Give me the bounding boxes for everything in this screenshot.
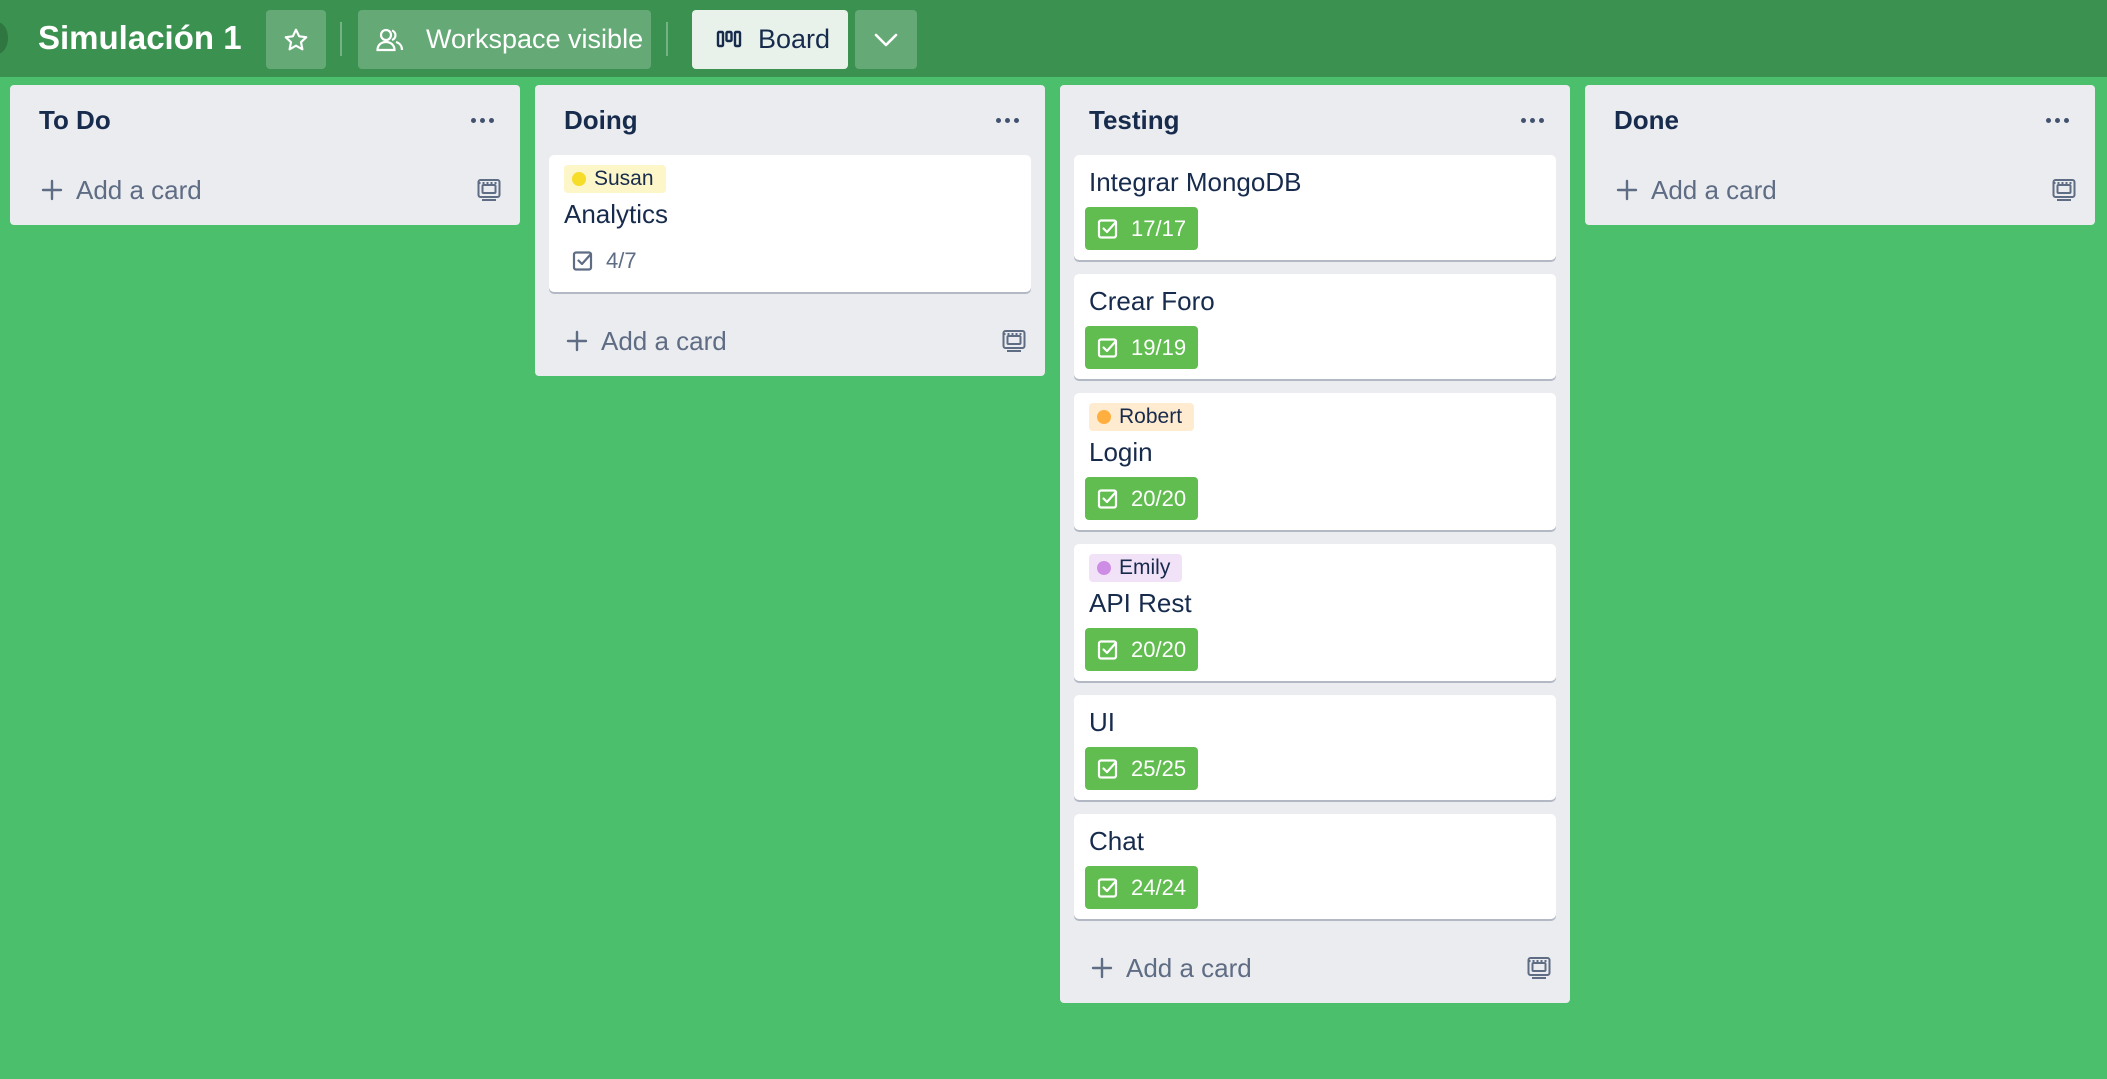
plus-icon bbox=[566, 330, 588, 352]
checklist-count: 19/19 bbox=[1131, 334, 1187, 360]
label-color-dot bbox=[1097, 561, 1111, 575]
card-title: API Rest bbox=[1089, 588, 1192, 618]
list-done[interactable]: Done Add a card bbox=[1585, 85, 2095, 225]
label-color-dot bbox=[1097, 410, 1111, 424]
checklist-icon bbox=[1097, 877, 1118, 898]
card-template-icon[interactable] bbox=[1526, 955, 1552, 981]
list-to-do[interactable]: To Do Add a card bbox=[10, 85, 520, 225]
checklist-badge: 20/20 bbox=[1085, 477, 1199, 520]
card[interactable]: Robert Login 20/20 bbox=[1074, 393, 1556, 530]
plus-icon bbox=[41, 179, 63, 201]
board-view-label: Board bbox=[758, 24, 831, 54]
card-title: Integrar MongoDB bbox=[1089, 167, 1302, 197]
add-card-button[interactable]: Add a card bbox=[40, 175, 202, 206]
card-label-text: Emily bbox=[1119, 556, 1171, 579]
add-card-row: Add a card bbox=[535, 306, 1045, 376]
list-menu-icon[interactable] bbox=[463, 110, 502, 131]
checklist-badge: 17/17 bbox=[1085, 207, 1199, 250]
checklist-badge: 20/20 bbox=[1085, 628, 1199, 671]
checklist-badge: 25/25 bbox=[1085, 747, 1199, 790]
checklist-count: 4/7 bbox=[606, 247, 637, 273]
checklist-icon bbox=[1097, 337, 1118, 358]
card-title: Analytics bbox=[564, 199, 669, 229]
list-header: Done bbox=[1585, 85, 2095, 155]
add-card-label: Add a card bbox=[1126, 952, 1252, 983]
card-template-icon[interactable] bbox=[2051, 177, 2077, 203]
list-testing[interactable]: Testing Integrar MongoDB 17/17 Crear For… bbox=[1060, 85, 1570, 1003]
chevron-down-icon bbox=[874, 33, 898, 46]
card[interactable]: Chat 24/24 bbox=[1074, 814, 1556, 919]
card-list: Integrar MongoDB 17/17 Crear Foro 19/19 … bbox=[1060, 155, 1570, 919]
card-title: UI bbox=[1089, 707, 1115, 737]
star-button[interactable] bbox=[266, 10, 326, 69]
add-card-row: Add a card bbox=[1060, 933, 1570, 1003]
visibility-button[interactable]: Workspace visible bbox=[358, 10, 651, 69]
list-header: To Do bbox=[10, 85, 520, 155]
list-header: Testing bbox=[1060, 85, 1570, 155]
card[interactable]: Susan Analytics 4/7 bbox=[549, 155, 1031, 292]
checklist-icon bbox=[1097, 639, 1118, 660]
card[interactable]: Integrar MongoDB 17/17 bbox=[1074, 155, 1556, 260]
list-doing[interactable]: Doing Susan Analytics 4/7 Add a card bbox=[535, 85, 1045, 376]
card-label[interactable]: Emily bbox=[1089, 554, 1183, 582]
card[interactable]: Emily API Rest 20/20 bbox=[1074, 544, 1556, 681]
checklist-count: 24/24 bbox=[1131, 874, 1187, 900]
card-title: Login bbox=[1089, 437, 1153, 467]
card-label[interactable]: Robert bbox=[1089, 403, 1195, 431]
checklist-count: 17/17 bbox=[1131, 215, 1187, 241]
card-title: Chat bbox=[1089, 826, 1144, 856]
list-menu-icon[interactable] bbox=[1513, 110, 1552, 131]
checklist-count: 25/25 bbox=[1131, 755, 1187, 781]
header-divider bbox=[340, 22, 342, 56]
add-card-label: Add a card bbox=[76, 174, 202, 205]
people-icon bbox=[370, 27, 410, 53]
list-title[interactable]: Testing bbox=[1089, 105, 1180, 136]
board-view-button[interactable]: Board bbox=[692, 10, 848, 69]
card[interactable]: UI 25/25 bbox=[1074, 695, 1556, 800]
star-icon bbox=[284, 28, 308, 50]
add-card-button[interactable]: Add a card bbox=[565, 326, 727, 357]
header-divider bbox=[666, 22, 668, 56]
checklist-badge: 4/7 bbox=[560, 239, 649, 282]
checklist-count: 20/20 bbox=[1131, 485, 1187, 511]
label-color-dot bbox=[572, 172, 586, 186]
workspace-avatar-edge[interactable] bbox=[0, 22, 8, 54]
card-template-icon[interactable] bbox=[1001, 328, 1027, 354]
add-card-label: Add a card bbox=[1651, 174, 1777, 205]
board-header: Simulación 1 Workspace visible Board bbox=[0, 0, 2107, 77]
list-menu-icon[interactable] bbox=[2038, 110, 2077, 131]
list-header: Doing bbox=[535, 85, 1045, 155]
checklist-count: 20/20 bbox=[1131, 636, 1187, 662]
list-menu-icon[interactable] bbox=[988, 110, 1027, 131]
card-list: Susan Analytics 4/7 bbox=[535, 155, 1045, 292]
checklist-badge: 24/24 bbox=[1085, 866, 1199, 909]
card-label[interactable]: Susan bbox=[564, 165, 666, 193]
board-title[interactable]: Simulación 1 bbox=[38, 18, 242, 58]
card-title: Crear Foro bbox=[1089, 286, 1215, 316]
checklist-icon bbox=[1097, 218, 1118, 239]
add-card-row: Add a card bbox=[10, 155, 520, 225]
list-title[interactable]: Doing bbox=[564, 105, 638, 136]
card-label-text: Robert bbox=[1119, 405, 1183, 428]
list-title[interactable]: To Do bbox=[39, 105, 111, 136]
plus-icon bbox=[1616, 179, 1638, 201]
add-card-label: Add a card bbox=[601, 325, 727, 356]
add-card-row: Add a card bbox=[1585, 155, 2095, 225]
card[interactable]: Crear Foro 19/19 bbox=[1074, 274, 1556, 379]
add-card-button[interactable]: Add a card bbox=[1090, 953, 1252, 984]
checklist-icon bbox=[572, 250, 593, 271]
checklist-badge: 19/19 bbox=[1085, 326, 1199, 369]
checklist-icon bbox=[1097, 758, 1118, 779]
card-label-text: Susan bbox=[594, 167, 654, 190]
board-icon bbox=[716, 29, 742, 51]
list-title[interactable]: Done bbox=[1614, 105, 1679, 136]
add-card-button[interactable]: Add a card bbox=[1615, 175, 1777, 206]
card-template-icon[interactable] bbox=[476, 177, 502, 203]
visibility-label: Workspace visible bbox=[426, 24, 644, 54]
plus-icon bbox=[1091, 957, 1113, 979]
view-switcher-button[interactable] bbox=[855, 10, 917, 69]
checklist-icon bbox=[1097, 488, 1118, 509]
